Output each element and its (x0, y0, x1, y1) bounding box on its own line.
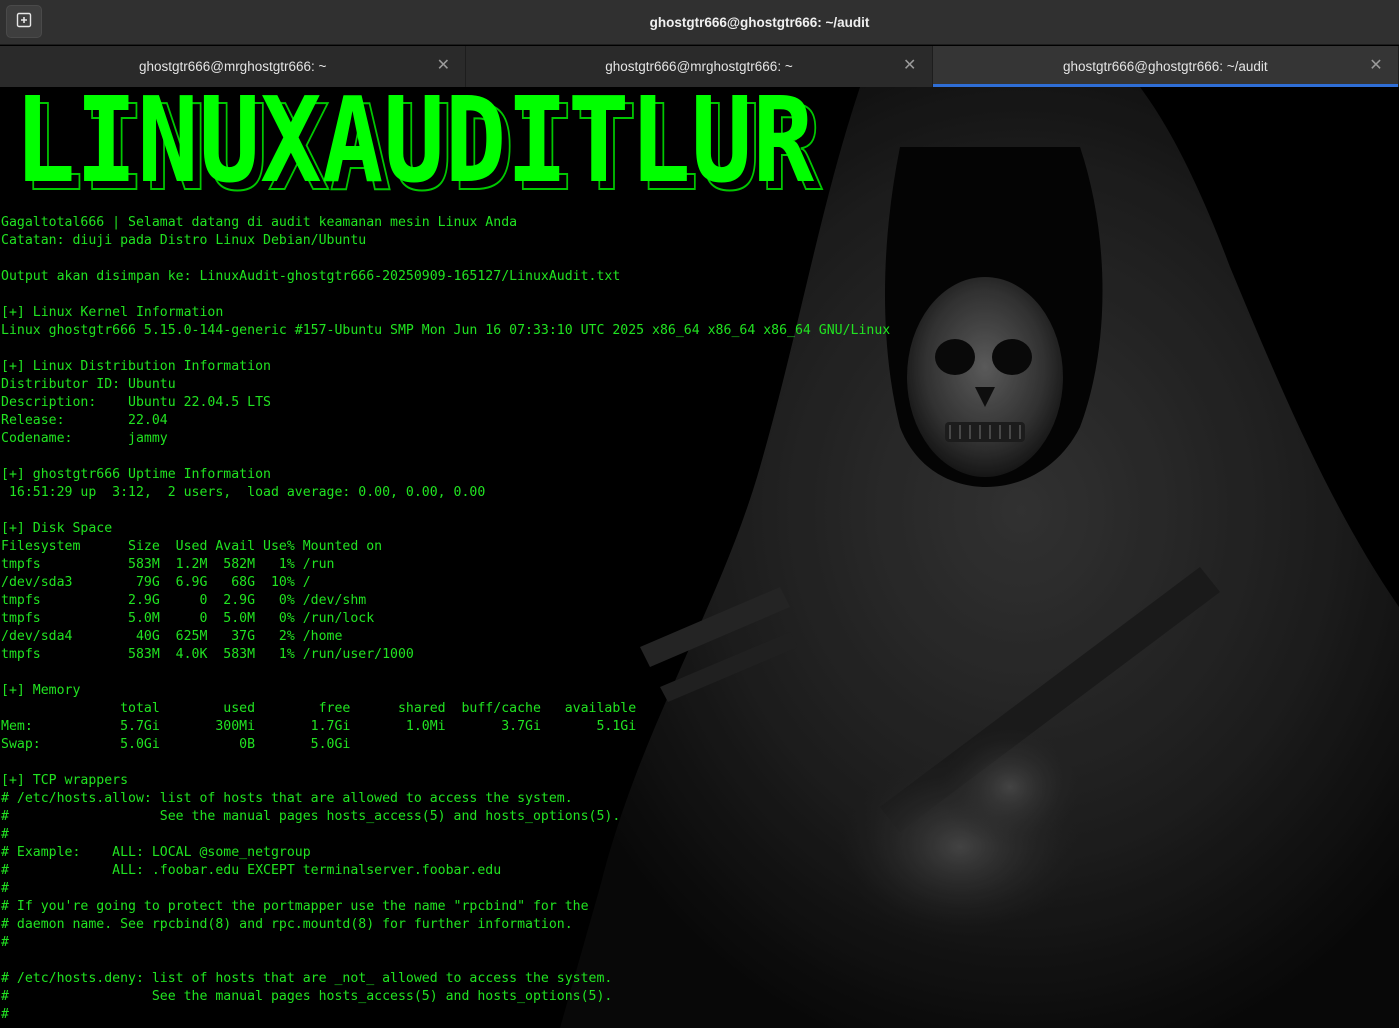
terminal-line: 16:51:29 up 3:12, 2 users, load average:… (1, 485, 486, 500)
terminal-line: tmpfs 583M 4.0K 583M 1% /run/user/1000 (1, 647, 414, 662)
terminal-line: # /etc/hosts.deny: list of hosts that ar… (1, 971, 613, 986)
terminal-line: [+] Linux Distribution Information (1, 359, 271, 374)
terminal-line: Distributor ID: Ubuntu (1, 377, 176, 392)
terminal-line: [+] TCP wrappers (1, 773, 129, 788)
tab-3[interactable]: ghostgtr666@ghostgtr666: ~/audit ✕ (932, 46, 1399, 87)
terminal-line: Codename: jammy (1, 431, 168, 446)
terminal-line: tmpfs 5.0M 0 5.0M 0% /run/lock (1, 611, 375, 626)
terminal-line: # ALL: .foobar.edu EXCEPT terminalserver… (1, 863, 502, 878)
terminal-line: # (1, 935, 9, 950)
terminal-line: # (1, 827, 9, 842)
close-icon[interactable]: ✕ (1368, 58, 1384, 74)
terminal-line: # daemon name. See rpcbind(8) and rpc.mo… (1, 917, 573, 932)
tab-2[interactable]: ghostgtr666@mrghostgtr666: ~ ✕ (466, 46, 933, 87)
terminal-line: # See the manual pages hosts_access(5) a… (1, 809, 621, 824)
banner-text: LINUXAUDITLUR (14, 87, 815, 195)
terminal-line: tmpfs 583M 1.2M 582M 1% /run (1, 557, 335, 572)
close-icon[interactable]: ✕ (435, 58, 451, 74)
terminal-line: /dev/sda3 79G 6.9G 68G 10% / (1, 575, 311, 590)
terminal-line: Linux ghostgtr666 5.15.0-144-generic #15… (1, 323, 891, 338)
terminal-line: Catatan: diuji pada Distro Linux Debian/… (1, 233, 367, 248)
terminal-line: # /etc/hosts.allow: list of hosts that a… (1, 791, 573, 806)
terminal-line: Filesystem Size Used Avail Use% Mounted … (1, 539, 383, 554)
terminal-line: Swap: 5.0Gi 0B 5.0Gi (1, 737, 351, 752)
tab-label: ghostgtr666@mrghostgtr666: ~ (605, 59, 793, 74)
terminal-line: /dev/sda4 40G 625M 37G 2% /home (1, 629, 343, 644)
window-title: ghostgtr666@ghostgtr666: ~/audit (649, 15, 870, 30)
terminal-line: Gagaltotal666 | Selamat datang di audit … (1, 215, 518, 230)
terminal-line: # (1, 1007, 9, 1022)
terminal-line: [+] Disk Space (1, 521, 113, 536)
terminal-line: Output akan disimpan ke: LinuxAudit-ghos… (1, 269, 621, 284)
tab-1[interactable]: ghostgtr666@mrghostgtr666: ~ ✕ (0, 46, 467, 87)
terminal-line: Release: 22.04 (1, 413, 168, 428)
terminal-line: Mem: 5.7Gi 300Mi 1.7Gi 1.0Mi 3.7Gi 5.1Gi (1, 719, 637, 734)
terminal-output: Gagaltotal666 | Selamat datang di audit … (1, 214, 890, 1024)
terminal-line: Description: Ubuntu 22.04.5 LTS (1, 395, 271, 410)
title-bar: ghostgtr666@ghostgtr666: ~/audit (0, 0, 1399, 45)
terminal-line: [+] Linux Kernel Information (1, 305, 224, 320)
terminal-line: # Example: ALL: LOCAL @some_netgroup (1, 845, 311, 860)
terminal-line: # See the manual pages hosts_access(5) a… (1, 989, 613, 1004)
close-icon[interactable]: ✕ (902, 58, 918, 74)
tab-bar: ghostgtr666@mrghostgtr666: ~ ✕ ghostgtr6… (0, 46, 1399, 87)
terminal-line: [+] ghostgtr666 Uptime Information (1, 467, 271, 482)
ascii-banner: LINUXAUDITLUR LINUXAUDITLUR (14, 87, 824, 195)
terminal-view[interactable]: LINUXAUDITLUR LINUXAUDITLUR Gagaltotal66… (0, 87, 1399, 1028)
terminal-line: # (1, 881, 9, 896)
terminal-line: tmpfs 2.9G 0 2.9G 0% /dev/shm (1, 593, 367, 608)
tab-label: ghostgtr666@mrghostgtr666: ~ (138, 59, 327, 74)
terminal-line: total used free shared buff/cache availa… (1, 701, 637, 716)
terminal-line: # If you're going to protect the portmap… (1, 899, 589, 914)
terminal-line: [+] Memory (1, 683, 81, 698)
tab-label: ghostgtr666@ghostgtr666: ~/audit (1062, 59, 1268, 74)
